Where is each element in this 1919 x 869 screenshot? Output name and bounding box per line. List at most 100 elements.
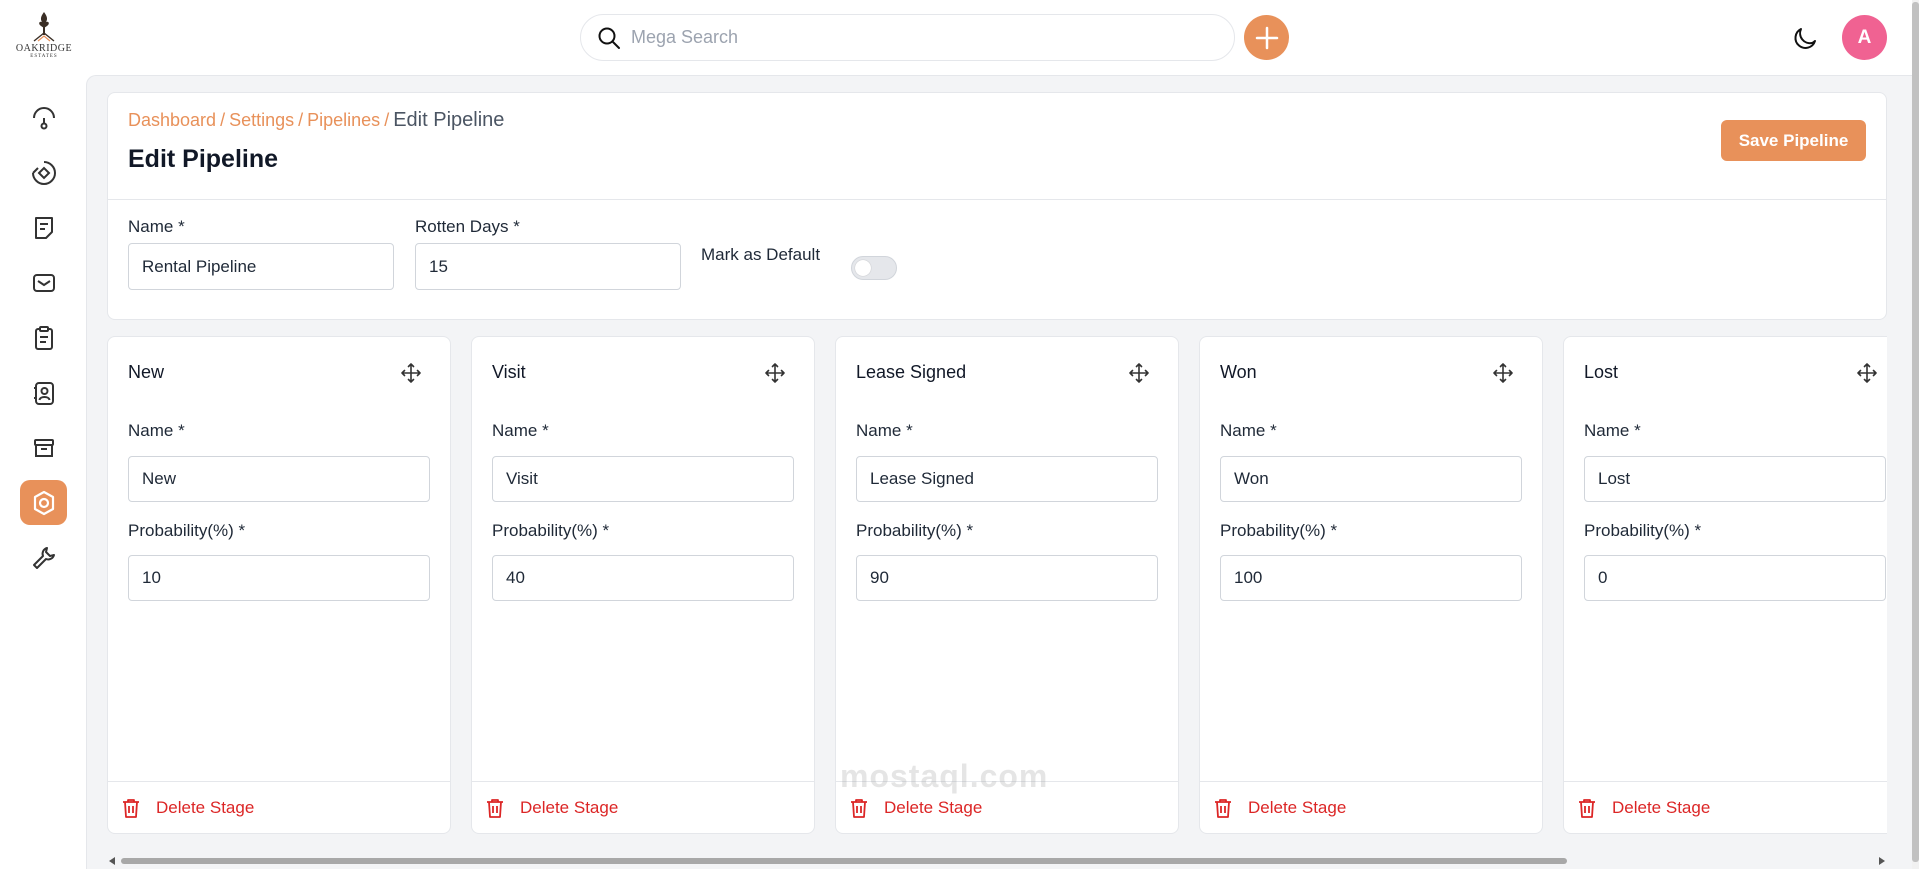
stage-name-input[interactable]	[128, 456, 430, 502]
vertical-scrollbar-thumb[interactable]	[1912, 2, 1919, 862]
stage-footer: Delete Stage	[1200, 781, 1542, 833]
top-bar: OAKRIDGE ESTATES A	[0, 0, 1919, 75]
stage-footer: Delete Stage	[108, 781, 450, 833]
stage-title: Lost	[1584, 362, 1619, 382]
drag-move-icon[interactable]	[400, 362, 422, 384]
sidebar-item-activities[interactable]	[20, 315, 67, 360]
breadcrumb-dashboard[interactable]: Dashboard	[128, 110, 216, 130]
delete-stage-button[interactable]: Delete Stage	[1212, 797, 1346, 819]
delete-stage-button[interactable]: Delete Stage	[1576, 797, 1710, 819]
stage-footer: Delete Stage	[472, 781, 814, 833]
stage-name-label: Name *	[856, 421, 913, 440]
drag-move-icon[interactable]	[1492, 362, 1514, 384]
clipboard-icon	[34, 325, 53, 350]
stage-probability-label: Probability(%) *	[128, 521, 246, 540]
delete-stage-label: Delete Stage	[884, 797, 983, 817]
trash-icon	[487, 798, 503, 818]
stage-name-label: Name *	[492, 421, 549, 440]
stage-card-new: New Name * Probability(%) * Delete Stage	[107, 336, 451, 834]
delete-stage-button[interactable]: Delete Stage	[120, 797, 254, 819]
watermark: mostaql.com	[840, 758, 1049, 794]
settings-icon	[33, 490, 54, 515]
drag-move-icon[interactable]	[1128, 362, 1150, 384]
stage-card-lost: Lost Name * Probability(%) * Delete Stag…	[1563, 336, 1887, 834]
scrollbar-thumb[interactable]	[121, 858, 1567, 864]
pipeline-header-card: Dashboard / Settings / Pipelines / Edit Pipeli…	[107, 92, 1887, 320]
delete-stage-label: Delete Stage	[156, 797, 255, 817]
sidebar	[0, 75, 86, 869]
stage-name-label: Name *	[1584, 421, 1641, 440]
stage-title: Won	[1220, 362, 1257, 382]
quote-icon	[34, 216, 53, 239]
save-pipeline-button[interactable]: Save Pipeline	[1721, 120, 1866, 161]
quick-add-button[interactable]	[1244, 15, 1289, 60]
horizontal-scrollbar[interactable]	[107, 855, 1887, 867]
mark-default-label: Mark as Default	[701, 245, 821, 264]
stage-name-input[interactable]	[1220, 456, 1522, 502]
stage-probability-input[interactable]	[856, 555, 1158, 601]
brand-subtitle: ESTATES	[30, 54, 58, 59]
rotten-days-input[interactable]	[415, 243, 681, 290]
stage-footer: Delete Stage	[1564, 781, 1887, 833]
archive-box-icon	[33, 438, 54, 457]
mark-default-toggle[interactable]	[851, 256, 897, 280]
stage-probability-input[interactable]	[128, 555, 430, 601]
search-icon	[598, 27, 620, 49]
stage-probability-label: Probability(%) *	[492, 521, 610, 540]
gauge-icon	[32, 106, 55, 129]
dark-mode-toggle[interactable]	[1790, 22, 1822, 54]
breadcrumb-current: Edit Pipeline	[393, 109, 505, 131]
mega-search[interactable]	[580, 14, 1235, 61]
contact-book-icon	[33, 381, 54, 405]
leads-icon	[31, 160, 56, 185]
delete-stage-button[interactable]: Delete Stage	[848, 797, 982, 819]
sidebar-item-leads[interactable]	[20, 150, 67, 195]
stage-name-label: Name *	[1220, 421, 1277, 440]
drag-move-icon[interactable]	[764, 362, 786, 384]
sidebar-item-mail[interactable]	[20, 260, 67, 305]
stage-probability-input[interactable]	[492, 555, 794, 601]
delete-stage-label: Delete Stage	[520, 797, 619, 817]
sidebar-item-settings[interactable]	[20, 480, 67, 525]
brand-logo[interactable]: OAKRIDGE ESTATES	[14, 10, 74, 66]
stage-title: Visit	[492, 362, 526, 382]
mail-icon	[32, 273, 55, 292]
sidebar-item-quotes[interactable]	[20, 205, 67, 250]
trash-icon	[851, 798, 867, 818]
breadcrumb-pipelines[interactable]: Pipelines	[307, 110, 380, 130]
breadcrumb-separator: /	[298, 110, 304, 130]
breadcrumb-settings[interactable]: Settings	[229, 110, 294, 130]
stage-title: Lease Signed	[856, 362, 967, 382]
delete-stage-button[interactable]: Delete Stage	[484, 797, 618, 819]
stage-name-input[interactable]	[492, 456, 794, 502]
user-avatar[interactable]: A	[1842, 15, 1887, 60]
stage-title: New	[128, 362, 165, 382]
stage-name-input[interactable]	[1584, 456, 1886, 502]
page-title: Edit Pipeline	[128, 145, 279, 173]
sidebar-item-contacts[interactable]	[20, 370, 67, 415]
breadcrumb-separator: /	[384, 110, 390, 130]
stage-probability-label: Probability(%) *	[1220, 521, 1338, 540]
scroll-left-arrow[interactable]	[109, 857, 115, 865]
search-input[interactable]	[631, 27, 1191, 48]
stage-probability-label: Probability(%) *	[856, 521, 974, 540]
pipeline-name-input[interactable]	[128, 243, 394, 290]
stage-name-input[interactable]	[856, 456, 1158, 502]
stage-probability-input[interactable]	[1584, 555, 1886, 601]
drag-move-icon[interactable]	[1856, 362, 1878, 384]
trash-icon	[123, 798, 139, 818]
main-content: Dashboard / Settings / Pipelines / Edit Pipeli…	[86, 75, 1912, 869]
oak-tree-icon	[33, 12, 55, 42]
delete-stage-label: Delete Stage	[1612, 797, 1711, 817]
stage-probability-label: Probability(%) *	[1584, 521, 1702, 540]
pipeline-name-label: Name *	[128, 217, 185, 236]
stage-name-label: Name *	[128, 421, 185, 440]
sidebar-item-products[interactable]	[20, 425, 67, 470]
vertical-scrollbar[interactable]	[1912, 0, 1919, 869]
moon-icon	[1794, 28, 1816, 49]
sidebar-item-dashboard[interactable]	[20, 95, 67, 140]
scroll-right-arrow[interactable]	[1879, 857, 1885, 865]
brand-name: OAKRIDGE	[15, 43, 73, 54]
sidebar-item-configuration[interactable]	[20, 535, 67, 580]
stage-probability-input[interactable]	[1220, 555, 1522, 601]
